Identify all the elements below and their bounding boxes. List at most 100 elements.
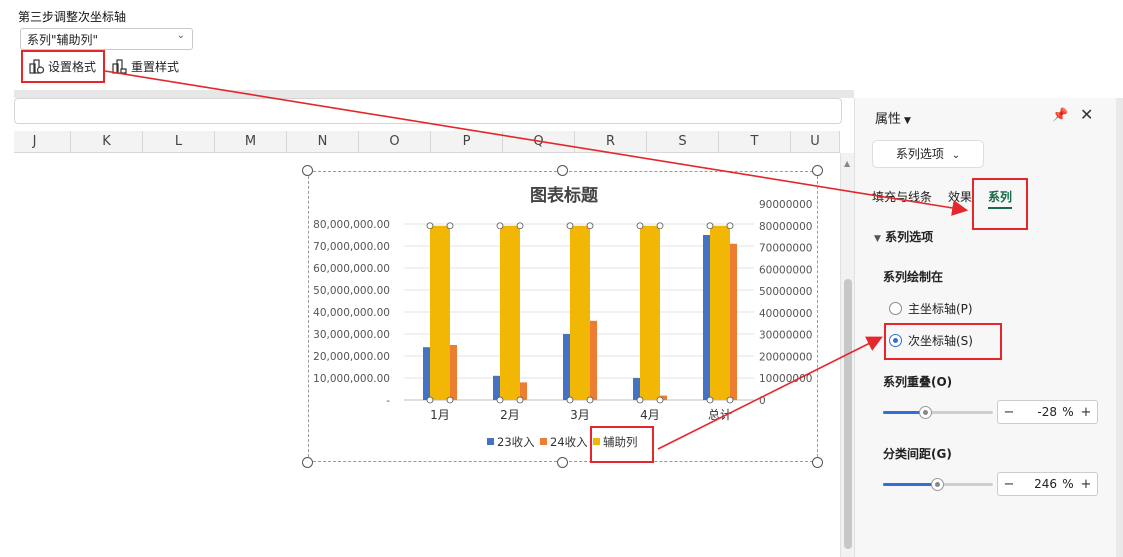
series-options-dropdown[interactable]: 系列选项 ⌄ bbox=[872, 140, 984, 168]
legend-swatch bbox=[487, 438, 494, 445]
tab-effect[interactable]: 效果 bbox=[948, 188, 972, 205]
category-label: 总计 bbox=[708, 408, 732, 422]
chart-title: 图表标题 bbox=[530, 185, 599, 206]
primary-axis-radio[interactable]: 主坐标轴(P) bbox=[889, 300, 973, 317]
resize-handle-bottom-left[interactable] bbox=[302, 457, 313, 468]
column-o[interactable]: O bbox=[359, 131, 431, 153]
bar-aux bbox=[430, 225, 450, 400]
format-icon bbox=[29, 58, 45, 74]
radio-selected-icon bbox=[889, 334, 902, 347]
selection-marker bbox=[566, 396, 574, 404]
radio-icon bbox=[889, 302, 902, 315]
primary-axis-tick: 40,000,000.00 bbox=[313, 307, 390, 319]
sheet-vertical-scrollbar[interactable]: ▲ bbox=[840, 153, 854, 557]
secondary-axis-tick: 70000000 bbox=[759, 243, 812, 255]
reset-style-label: 重置样式 bbox=[131, 59, 180, 74]
secondary-axis-tick: 40000000 bbox=[759, 308, 812, 320]
formula-bar[interactable] bbox=[14, 98, 842, 124]
chart-area[interactable]: 图表标题 80,000,000.00 70,000,000.00 60,000,000… bbox=[308, 171, 818, 462]
series-overlap-slider[interactable] bbox=[883, 406, 993, 419]
selection-marker bbox=[496, 222, 504, 230]
format-button[interactable]: 设置格式 bbox=[28, 56, 96, 76]
column-p[interactable]: P bbox=[431, 131, 503, 153]
slider-knob[interactable] bbox=[919, 406, 932, 419]
column-l[interactable]: L bbox=[143, 131, 215, 153]
bar-23-income bbox=[493, 375, 500, 400]
panel-scrollbar[interactable] bbox=[1116, 98, 1123, 557]
pin-icon[interactable]: 📌 bbox=[1052, 108, 1068, 123]
category-label: 1月 bbox=[430, 408, 450, 422]
percent-unit: % bbox=[1062, 477, 1074, 491]
secondary-axis-tick: 30000000 bbox=[759, 330, 812, 342]
series-select-value: 系列"辅助列" bbox=[27, 33, 99, 47]
legend-swatch bbox=[540, 438, 547, 445]
secondary-axis-label: 次坐标轴(S) bbox=[908, 334, 973, 348]
resize-handle-top-left[interactable] bbox=[302, 165, 313, 176]
secondary-axis-radio[interactable]: 次坐标轴(S) bbox=[889, 332, 973, 349]
resize-handle-bottom-right[interactable] bbox=[812, 457, 823, 468]
column-t[interactable]: T bbox=[719, 131, 791, 153]
bar-24-income bbox=[730, 243, 737, 400]
series-overlap-value[interactable]: -28 bbox=[1020, 405, 1061, 419]
column-m[interactable]: M bbox=[215, 131, 287, 153]
secondary-axis-tick: 60000000 bbox=[759, 264, 812, 276]
selection-marker bbox=[446, 222, 454, 230]
column-j[interactable]: J bbox=[0, 131, 71, 153]
selection-marker bbox=[426, 222, 434, 230]
gap-width-stepper[interactable]: − 246 % + bbox=[997, 472, 1098, 496]
caret-down-icon: ▼ bbox=[904, 116, 911, 126]
category-label: 3月 bbox=[570, 408, 590, 422]
primary-axis-tick: 10,000,000.00 bbox=[313, 373, 390, 385]
selection-marker bbox=[656, 222, 664, 230]
scrollbar-thumb[interactable] bbox=[844, 279, 852, 549]
column-r[interactable]: R bbox=[575, 131, 647, 153]
bar-aux bbox=[710, 225, 730, 400]
secondary-axis-tick: 50000000 bbox=[759, 286, 812, 298]
slider-knob[interactable] bbox=[931, 478, 944, 491]
resize-handle-bottom[interactable] bbox=[557, 457, 568, 468]
series-options-label: 系列选项 bbox=[895, 147, 944, 161]
primary-axis-tick: 70,000,000.00 bbox=[313, 241, 390, 253]
reset-style-button[interactable]: 重置样式 bbox=[111, 56, 179, 76]
selection-marker bbox=[586, 222, 594, 230]
bar-aux bbox=[500, 225, 520, 400]
bar-23-income bbox=[633, 378, 640, 400]
column-s[interactable]: S bbox=[647, 131, 719, 153]
tab-series[interactable]: 系列 bbox=[988, 188, 1013, 209]
decrement-button[interactable]: − bbox=[998, 477, 1020, 492]
column-k[interactable]: K bbox=[71, 131, 143, 153]
series-options-section[interactable]: ▼ 系列选项 bbox=[874, 228, 933, 245]
panel-title[interactable]: 属性 ▼ bbox=[875, 108, 911, 127]
increment-button[interactable]: + bbox=[1075, 477, 1097, 492]
category-label: 2月 bbox=[500, 408, 520, 422]
collapse-triangle-icon: ▼ bbox=[874, 234, 881, 244]
decrement-button[interactable]: − bbox=[998, 405, 1020, 420]
resize-handle-top-right[interactable] bbox=[812, 165, 823, 176]
percent-unit: % bbox=[1062, 405, 1074, 419]
column-u[interactable]: U bbox=[791, 131, 840, 153]
column-header: J K L M N O P Q R S T U bbox=[14, 131, 840, 153]
tab-fill-line[interactable]: 填充与线条 bbox=[872, 188, 932, 205]
format-button-label: 设置格式 bbox=[48, 59, 97, 74]
scroll-up-icon[interactable]: ▲ bbox=[844, 159, 850, 168]
column-q[interactable]: Q bbox=[503, 131, 575, 153]
gap-width-slider[interactable] bbox=[883, 478, 993, 491]
close-icon[interactable]: ✕ bbox=[1080, 105, 1093, 124]
legend-label: 辅助列 bbox=[603, 435, 638, 449]
gap-width-label: 分类间距(G) bbox=[883, 447, 952, 461]
series-select[interactable]: 系列"辅助列" ⌄ bbox=[20, 28, 193, 50]
selection-marker bbox=[516, 396, 524, 404]
bar-24-income bbox=[590, 320, 597, 400]
increment-button[interactable]: + bbox=[1075, 405, 1097, 420]
selection-marker bbox=[446, 396, 454, 404]
gap-width-value[interactable]: 246 bbox=[1020, 477, 1061, 491]
bar-23-income bbox=[423, 347, 430, 400]
legend-label: 24收入 bbox=[550, 435, 588, 449]
column-n[interactable]: N bbox=[287, 131, 359, 153]
resize-handle-top[interactable] bbox=[557, 165, 568, 176]
selection-marker bbox=[636, 396, 644, 404]
series-overlap-stepper[interactable]: − -28 % + bbox=[997, 400, 1098, 424]
bar-aux bbox=[640, 225, 660, 400]
section-title: 系列选项 bbox=[885, 230, 934, 244]
step-title: 第三步调整次坐标轴 bbox=[18, 10, 127, 24]
